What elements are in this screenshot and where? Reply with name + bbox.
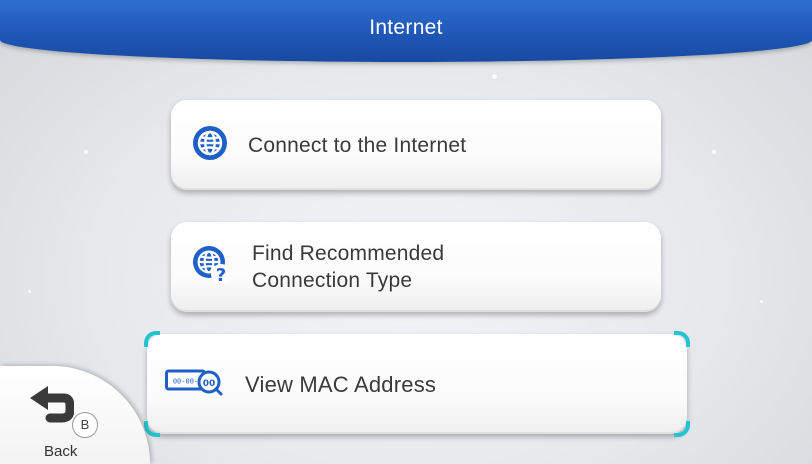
- connect-to-internet-label: Connect to the Internet: [248, 133, 467, 157]
- background-sparkle: [492, 74, 497, 79]
- selection-corner: [144, 331, 160, 347]
- selection-corner: [144, 421, 160, 437]
- view-mac-address-button[interactable]: 00-00- 00 View MAC Address: [144, 331, 690, 437]
- find-recommended-connection-type-label: Find Recommended Connection Type: [252, 240, 444, 294]
- back-button[interactable]: B Back: [0, 366, 150, 464]
- b-button-badge: B: [72, 412, 98, 438]
- globe-icon: [192, 125, 228, 166]
- label-line-2: Connection Type: [252, 269, 413, 292]
- selection-corner: [674, 331, 690, 347]
- mac-address-icon: 00-00- 00: [165, 368, 223, 401]
- connect-to-internet-button[interactable]: Connect to the Internet: [171, 100, 661, 190]
- background-sparkle: [760, 300, 763, 303]
- back-label: Back: [44, 443, 78, 460]
- svg-text:?: ?: [216, 265, 226, 285]
- background-sparkle: [84, 150, 88, 154]
- background-sparkle: [28, 290, 31, 293]
- svg-text:00: 00: [203, 379, 216, 389]
- svg-text:00-00-: 00-00-: [173, 377, 198, 385]
- find-recommended-connection-type-button[interactable]: ? Find Recommended Connection Type: [171, 222, 661, 312]
- page-title: Internet: [369, 16, 443, 39]
- label-line-1: Find Recommended: [252, 242, 445, 265]
- header-bar: Internet: [0, 0, 812, 62]
- background-sparkle: [712, 150, 716, 154]
- view-mac-address-label: View MAC Address: [245, 371, 437, 397]
- globe-question-icon: ?: [192, 245, 232, 290]
- back-arrow-icon: [26, 384, 75, 437]
- selection-corner: [674, 421, 690, 437]
